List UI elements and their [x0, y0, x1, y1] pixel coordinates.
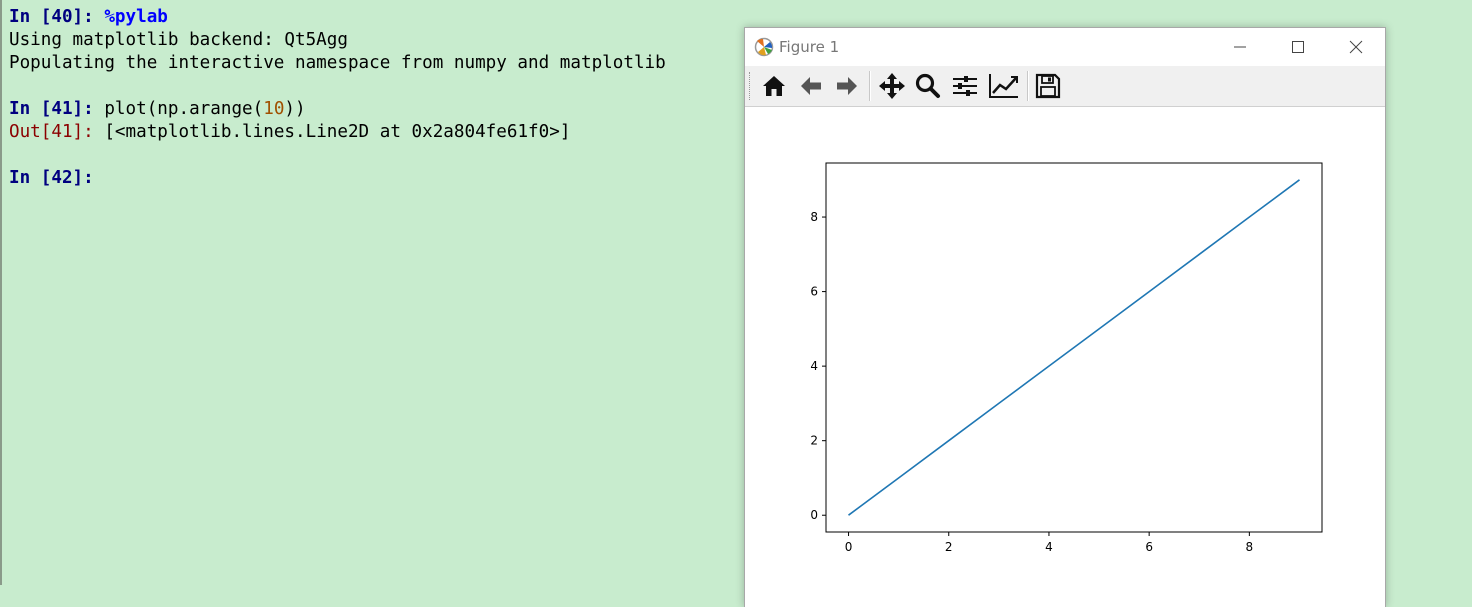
forward-arrow-icon	[837, 77, 857, 95]
figure-canvas[interactable]: 0 2 4 6 8 0 2 4 6 8	[745, 107, 1385, 607]
forward-button[interactable]	[830, 70, 864, 102]
save-button[interactable]	[1031, 70, 1065, 102]
console-line[interactable]: In [42]:	[9, 167, 94, 190]
console-output: Populating the interactive namespace fro…	[9, 53, 666, 73]
y-tick-label: 6	[810, 285, 818, 299]
console-line: Out[41]: [<matplotlib.lines.Line2D at 0x…	[9, 121, 570, 144]
toolbar-separator	[869, 71, 871, 101]
subplots-config-icon	[953, 76, 977, 96]
home-button[interactable]	[757, 70, 791, 102]
x-tick-label: 0	[845, 540, 853, 554]
y-tick-label: 0	[810, 508, 818, 522]
y-tick-label: 2	[810, 434, 818, 448]
back-button[interactable]	[794, 70, 828, 102]
edit-axes-icon	[989, 74, 1018, 98]
console-line: In [41]: plot(np.arange(10))	[9, 98, 306, 121]
back-arrow-icon	[801, 77, 821, 95]
maximize-icon	[1292, 41, 1304, 53]
zoom-button[interactable]	[911, 70, 945, 102]
pan-icon	[879, 73, 905, 99]
zoom-icon	[915, 73, 940, 98]
code-number: 10	[263, 99, 285, 119]
code-text: ))	[284, 99, 306, 119]
minimize-button[interactable]	[1211, 28, 1269, 66]
maximize-button[interactable]	[1269, 28, 1327, 66]
output-text: [<matplotlib.lines.Line2D at 0x2a804fe61…	[104, 122, 571, 142]
input-prompt: In [40]:	[9, 7, 94, 27]
minimize-icon	[1234, 46, 1246, 48]
console-output: Using matplotlib backend: Qt5Agg	[9, 30, 348, 50]
output-prompt: Out[41]:	[9, 122, 94, 142]
toolbar-separator	[1027, 71, 1029, 101]
close-button[interactable]	[1327, 28, 1385, 66]
pan-button[interactable]	[875, 70, 909, 102]
title-bar[interactable]: Figure 1	[745, 28, 1385, 66]
input-prompt: In [41]:	[9, 99, 94, 119]
y-tick-label: 8	[810, 210, 818, 224]
y-tick-label: 4	[810, 359, 818, 373]
plot-area[interactable]: 0 2 4 6 8 0 2 4 6 8	[745, 107, 1385, 607]
close-icon	[1349, 40, 1363, 54]
edit-axes-button[interactable]	[985, 70, 1019, 102]
x-tick-label: 2	[945, 540, 953, 554]
ipython-console[interactable]: In [40]: %pylab Using matplotlib backend…	[0, 0, 744, 585]
x-tick-label: 8	[1246, 540, 1254, 554]
x-tick-label: 4	[1045, 540, 1053, 554]
matplotlib-logo-icon	[754, 37, 774, 57]
navigation-toolbar	[745, 66, 1385, 107]
home-icon	[763, 76, 785, 96]
input-prompt: In [42]:	[9, 168, 94, 188]
figure-window[interactable]: Figure 1 0 2 4 6 8 0 2 4 6 8	[744, 27, 1386, 607]
subplots-button[interactable]	[948, 70, 982, 102]
toolbar-grip[interactable]	[749, 72, 753, 100]
console-line: In [40]: %pylab	[9, 6, 168, 29]
save-icon	[1035, 73, 1061, 99]
code-text: plot(np.arange(	[104, 99, 264, 119]
x-tick-label: 6	[1145, 540, 1153, 554]
magic-command: %pylab	[104, 7, 168, 27]
window-title: Figure 1	[779, 38, 840, 56]
